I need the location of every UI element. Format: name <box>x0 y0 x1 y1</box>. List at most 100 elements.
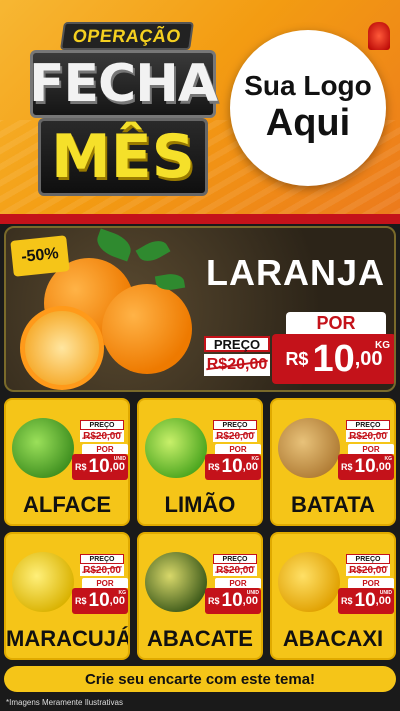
lime-icon <box>145 418 207 478</box>
old-price-box: R$20,00 <box>80 564 124 576</box>
title-block: OPERAÇÃO FECHA MÊS <box>22 18 222 198</box>
price-unit: UNID <box>379 590 392 596</box>
price-decimal: ,00 <box>242 595 258 607</box>
leaf-icon <box>135 235 171 267</box>
featured-name: LARANJA <box>206 252 386 293</box>
product-price: R$ 10 ,00 UNID <box>338 588 394 614</box>
price-unit: KG <box>375 340 390 351</box>
price-decimal: ,00 <box>109 595 125 607</box>
product-card[interactable]: PREÇO R$20,00 POR R$ 10 ,00 KG MARACUJÁ <box>4 532 130 660</box>
currency: R$ <box>208 462 220 472</box>
divider-band <box>0 214 400 224</box>
product-card[interactable]: PREÇO R$20,00 POR R$ 10 ,00 KG LIMÃO <box>137 398 263 526</box>
price-integer: 10 <box>312 337 355 380</box>
product-card[interactable]: PREÇO R$20,00 POR R$ 10 ,00 UNID ABACATE <box>137 532 263 660</box>
currency: R$ <box>75 462 87 472</box>
product-price: R$ 10 ,00 KG <box>338 454 394 480</box>
old-price-box: R$20,00 <box>213 430 257 442</box>
cta-text: Crie seu encarte com este tema! <box>84 670 316 688</box>
featured-price: R$ 10 ,00 KG <box>272 334 394 384</box>
old-price-box: R$20,00 <box>213 564 257 576</box>
preco-label: PREÇO <box>213 554 257 564</box>
product-name: BATATA <box>291 492 375 517</box>
price-integer: 10 <box>354 590 376 611</box>
product-card[interactable]: PREÇO R$20,00 POR R$ 10 ,00 UNID ABACAXI <box>270 532 396 660</box>
product-name: LIMÃO <box>164 492 236 517</box>
currency: R$ <box>341 596 353 606</box>
lettuce-icon <box>12 418 74 478</box>
product-price: R$ 10 ,00 KG <box>205 454 261 480</box>
old-price-box: R$20,00 <box>204 354 270 376</box>
logo-line2: Aqui <box>265 102 351 145</box>
discount-badge: -50% <box>10 235 70 277</box>
price-unit: UNID <box>113 456 126 462</box>
passion-fruit-icon <box>12 552 74 612</box>
operation-label: OPERAÇÃO <box>71 25 183 46</box>
price-integer: 10 <box>88 590 110 611</box>
por-label: POR <box>215 444 261 454</box>
operation-tag: OPERAÇÃO <box>60 22 194 50</box>
logo-placeholder[interactable]: Sua Logo Aqui <box>230 30 386 186</box>
product-grid: PREÇO R$20,00 POR R$ 10 ,00 UNID ALFACE … <box>4 398 396 662</box>
product-name: ABACAXI <box>282 626 384 651</box>
title-line2-box: MÊS <box>38 118 208 196</box>
product-name: ALFACE <box>23 492 111 517</box>
product-price: R$ 10 ,00 UNID <box>72 454 128 480</box>
price-tag: PREÇO R$20,00 POR R$ 10 ,00 UNID <box>338 554 394 614</box>
avocado-icon <box>145 552 207 612</box>
product-name: ABACATE <box>147 626 253 651</box>
old-price-box: R$20,00 <box>346 564 390 576</box>
preco-label: PREÇO <box>80 554 124 564</box>
leaf-icon <box>93 228 135 262</box>
orange-slice-icon <box>20 306 104 390</box>
siren-icon <box>368 22 390 50</box>
title-line1: FECHA <box>29 54 218 114</box>
currency: R$ <box>208 596 220 606</box>
product-card[interactable]: PREÇO R$20,00 POR R$ 10 ,00 KG BATATA <box>270 398 396 526</box>
price-decimal: ,00 <box>109 461 125 473</box>
preco-label: PREÇO <box>80 420 124 430</box>
price-integer: 10 <box>354 456 376 477</box>
product-price: R$ 10 ,00 UNID <box>205 588 261 614</box>
orange-icon <box>102 284 192 374</box>
por-label: POR <box>82 444 128 454</box>
price-tag: PREÇO R$20,00 POR R$ 10 ,00 KG <box>205 420 261 480</box>
por-label: POR <box>348 578 394 588</box>
price-tag: PREÇO R$20,00 POR R$ 10 ,00 KG <box>338 420 394 480</box>
price-tag: PREÇO R$20,00 POR R$ 10 ,00 UNID <box>205 554 261 614</box>
por-label: POR <box>348 444 394 454</box>
currency: R$ <box>285 348 309 369</box>
preco-label: PREÇO <box>346 554 390 564</box>
por-label: POR <box>82 578 128 588</box>
old-price-tag: PREÇO R$20,00 <box>204 336 270 378</box>
currency: R$ <box>75 596 87 606</box>
price-unit: KG <box>251 456 260 462</box>
price-unit: UNID <box>246 590 259 596</box>
price-decimal: ,00 <box>375 595 391 607</box>
cta-button[interactable]: Crie seu encarte com este tema! <box>4 666 396 692</box>
title-line1-box: FECHA <box>29 50 218 118</box>
featured-product[interactable]: -50% LARANJA PREÇO R$20,00 POR R$ 10 ,00… <box>4 226 396 392</box>
preco-label: PREÇO <box>346 420 390 430</box>
potato-icon <box>278 418 340 478</box>
preco-label: PREÇO <box>213 420 257 430</box>
product-card[interactable]: PREÇO R$20,00 POR R$ 10 ,00 UNID ALFACE <box>4 398 130 526</box>
old-price-box: R$20,00 <box>346 430 390 442</box>
por-label: POR <box>286 312 386 334</box>
pineapple-icon <box>278 552 340 612</box>
preco-label: PREÇO <box>204 336 270 352</box>
price-decimal: ,00 <box>242 461 258 473</box>
header-banner: OPERAÇÃO FECHA MÊS Sua Logo Aqui <box>0 0 400 214</box>
price-integer: 10 <box>88 456 110 477</box>
product-name: MARACUJÁ <box>6 626 130 651</box>
old-price-box: R$20,00 <box>80 430 124 442</box>
discount-text: -50% <box>20 245 60 266</box>
price-tag: PREÇO R$20,00 POR R$ 10 ,00 UNID <box>72 420 128 480</box>
price-decimal: ,00 <box>375 461 391 473</box>
price-integer: 10 <box>221 590 243 611</box>
por-label: POR <box>215 578 261 588</box>
currency: R$ <box>341 462 353 472</box>
price-tag: PREÇO R$20,00 POR R$ 10 ,00 KG <box>72 554 128 614</box>
price-unit: KG <box>118 590 127 596</box>
disclaimer: *Imagens Meramente Ilustrativas <box>6 698 123 707</box>
